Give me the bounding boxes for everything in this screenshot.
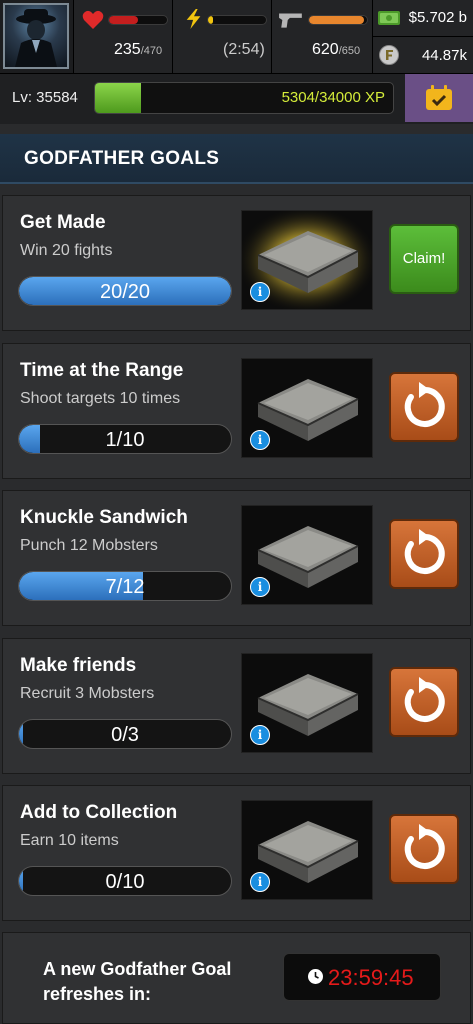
refresh-icon (404, 824, 445, 869)
refresh-icon (404, 529, 445, 574)
goal-description: Recruit 3 Mobsters (20, 685, 155, 702)
refresh-footer: A new Godfather Goal refreshes in: 23:59… (2, 932, 471, 1024)
info-icon[interactable]: i (250, 872, 270, 892)
refresh-timer-value: 23:59:45 (328, 965, 414, 990)
refresh-goal-button[interactable] (389, 814, 459, 884)
gun-icon (279, 13, 302, 28)
goal-progress-bar: 0/3 (18, 719, 232, 749)
cash-icon (378, 11, 400, 25)
refresh-goal-button[interactable] (389, 519, 459, 589)
favor-value: 44.87k (421, 47, 467, 64)
goal-card-1: Get Made Win 20 fights 20/20 i Claim! (2, 195, 471, 331)
level-bar: Lv: 35584 5304/34000 XP (0, 74, 473, 124)
goal-title: Make friends (20, 655, 137, 676)
ammo-stat[interactable]: 620/650 (271, 0, 372, 73)
avatar[interactable] (3, 3, 69, 69)
goal-progress-text: 20/20 (99, 281, 151, 303)
calendar-check-icon (426, 85, 452, 110)
avatar-icon (15, 9, 57, 67)
info-icon[interactable]: i (250, 577, 270, 597)
health-bar-fill (109, 16, 138, 24)
goal-progress-bar: 7/12 (18, 571, 232, 601)
goal-progress-text: 7/12 (105, 576, 145, 598)
energy-bar-fill (208, 16, 213, 24)
xp-text: 5304/34000 XP (281, 89, 385, 106)
daily-calendar-button[interactable] (405, 74, 473, 122)
clock-icon (308, 969, 323, 984)
goal-description: Earn 10 items (20, 832, 119, 849)
goal-progress-bar: 20/20 (18, 276, 232, 306)
refresh-icon (404, 677, 445, 722)
claim-button[interactable]: Claim! (389, 224, 459, 294)
goal-title: Knuckle Sandwich (20, 507, 188, 528)
health-stat[interactable]: 235/470 (73, 0, 172, 73)
top-hud: 235/470 (2:54) 620/650 $5.702 b 44.87k (0, 0, 473, 74)
xp-progress-bar[interactable]: 5304/34000 XP (94, 82, 394, 114)
lightning-icon (186, 9, 201, 29)
goal-title: Add to Collection (20, 802, 178, 823)
energy-bar (207, 15, 267, 25)
goal-description: Shoot targets 10 times (20, 390, 181, 407)
ammo-bar-fill (309, 16, 365, 24)
health-bar (108, 15, 168, 25)
goal-title: Get Made (20, 212, 106, 233)
cash-value: $5.702 b (408, 9, 467, 26)
refresh-goal-button[interactable] (389, 372, 459, 442)
goal-progress-bar: 0/10 (18, 866, 232, 896)
info-icon[interactable]: i (250, 282, 270, 302)
energy-stat[interactable]: (2:54) (172, 0, 271, 73)
goal-progress-text: 0/3 (111, 724, 139, 746)
favor-coin-icon (379, 45, 399, 65)
goal-title: Time at the Range (20, 360, 184, 381)
level-label: Lv: 35584 (12, 89, 78, 106)
goal-description: Punch 12 Mobsters (20, 537, 158, 554)
heart-icon (82, 10, 104, 29)
goal-card-4: Make friends Recruit 3 Mobsters 0/3 i (2, 638, 471, 774)
goal-card-3: Knuckle Sandwich Punch 12 Mobsters 7/12 (2, 490, 471, 626)
goal-progress-bar: 1/10 (18, 424, 232, 454)
refresh-goal-button[interactable] (389, 667, 459, 737)
info-icon[interactable]: i (250, 725, 270, 745)
claim-button-label: Claim! (402, 250, 446, 267)
goal-card-2: Time at the Range Shoot targets 10 times… (2, 343, 471, 479)
ammo-bar (308, 15, 368, 25)
xp-progress-fill (95, 83, 142, 113)
refresh-timer: 23:59:45 (283, 953, 441, 1001)
goal-progress-text: 1/10 (105, 429, 145, 451)
cash-row[interactable]: $5.702 b (373, 0, 473, 36)
refresh-message: A new Godfather Goal refreshes in: (43, 959, 232, 1004)
energy-timer: (2:54) (223, 41, 265, 58)
currency-panel: $5.702 b 44.87k (372, 0, 473, 73)
ammo-value: 620/650 (312, 41, 361, 58)
health-value: 235/470 (114, 41, 163, 58)
section-header: GODFATHER GOALS (0, 134, 473, 184)
favor-row[interactable]: 44.87k (373, 36, 473, 73)
goal-progress-text: 0/10 (105, 871, 145, 893)
goal-description: Win 20 fights (20, 242, 113, 259)
page-title: GODFATHER GOALS (24, 148, 220, 169)
goal-card-5: Add to Collection Earn 10 items 0/10 i (2, 785, 471, 921)
refresh-icon (404, 382, 445, 427)
info-icon[interactable]: i (250, 430, 270, 450)
